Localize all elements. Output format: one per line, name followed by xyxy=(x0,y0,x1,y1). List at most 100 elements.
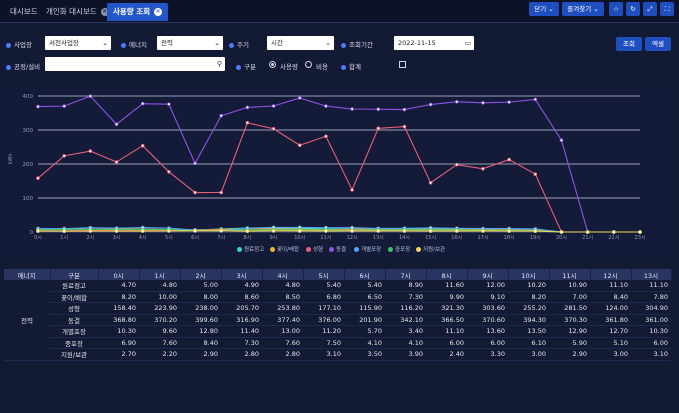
business-select[interactable]: 서천사업장 ⌄ xyxy=(45,36,111,50)
x-tick-label: 12시 xyxy=(347,235,358,241)
value-cell: 8.60 xyxy=(221,291,262,303)
value-cell: 3.00 xyxy=(590,348,631,361)
table-header-cell[interactable]: 4시 xyxy=(262,269,304,280)
table-row[interactable]: 중포장 6.90 7.60 8.40 7.30 7.60 7.50 4.10 4.10 6.00 6… xyxy=(4,337,671,349)
data-point xyxy=(167,102,171,106)
legend-item[interactable]: 원료정고 xyxy=(237,245,264,253)
value-cell: 5.40 xyxy=(344,280,385,292)
cost-radio[interactable] xyxy=(305,61,312,68)
legend-marker xyxy=(416,247,421,252)
data-point xyxy=(454,229,459,233)
value-cell: 3.90 xyxy=(385,348,426,361)
data-point xyxy=(507,229,511,233)
excel-button[interactable]: 엑셀 xyxy=(645,37,671,51)
table-header-cell[interactable]: 5시 xyxy=(303,269,345,280)
favorites-menu-button[interactable]: 즐겨찾기 ⌄ xyxy=(562,2,604,16)
close-menu-button[interactable]: 닫기 ⌄ xyxy=(529,2,559,16)
calendar-icon[interactable]: ▭ xyxy=(464,36,471,50)
table-header-cell[interactable]: 10시 xyxy=(508,269,550,280)
table-row[interactable]: 지원/보관 2.70 2.20 2.90 2.80 2.80 3.10 3.50 3.90 2.4… xyxy=(4,348,671,361)
table-header-cell[interactable]: 8시 xyxy=(426,269,468,280)
data-point xyxy=(193,229,197,233)
value-cell: 7.30 xyxy=(385,291,426,303)
value-cell: 2.20 xyxy=(139,348,180,361)
legend-marker xyxy=(270,247,275,252)
data-point xyxy=(297,143,302,148)
cost-option-label: 비용 xyxy=(316,63,328,71)
date-input[interactable]: 2022-11-15 ▭ xyxy=(394,36,474,50)
table-header-cell[interactable]: 2시 xyxy=(180,269,222,280)
chart-legend: 원료정고 꽃이/배합 성형 동결 개별포장 중포장 지원/보관 xyxy=(0,245,679,253)
table-header-cell[interactable]: 에너지 xyxy=(4,269,51,280)
value-cell: 10.30 xyxy=(98,325,139,338)
usage-option-label: 사용량 xyxy=(280,63,298,71)
value-cell: 342.10 xyxy=(385,314,426,326)
table-header-cell[interactable]: 11시 xyxy=(549,269,591,280)
star-icon[interactable]: ☆ xyxy=(609,2,623,16)
energy-value: 전력 xyxy=(161,39,173,47)
table-header-cell[interactable]: 7시 xyxy=(385,269,427,280)
value-cell: 8.20 xyxy=(98,291,139,303)
close-icon[interactable]: ✕ xyxy=(154,8,163,16)
date-label: 조회기간 xyxy=(341,39,373,49)
total-label: 합계 xyxy=(341,61,361,71)
table-row[interactable]: 성형 158.40 223.90 238.00 205.70 253.80 177.10 11… xyxy=(4,302,671,315)
refresh-icon[interactable]: ↻ xyxy=(626,2,640,16)
table-row[interactable]: 꽃이/배합 8.20 10.00 8.00 8.60 8.50 6.80 6.50 7.30 9.… xyxy=(4,291,671,303)
legend-item[interactable]: 개별포장 xyxy=(354,245,381,253)
business-label: 사업장 xyxy=(6,39,32,49)
tab-personal-dashboard[interactable]: 개인화 대시보드 ✕ xyxy=(40,3,115,21)
table-header-cell[interactable]: 1시 xyxy=(139,269,181,280)
value-cell: 5.00 xyxy=(180,280,221,292)
fullscreen-icon[interactable]: ⛶ xyxy=(660,2,674,16)
search-button-label: 조회 xyxy=(623,40,635,48)
value-cell: 361.00 xyxy=(631,314,671,326)
data-point xyxy=(219,190,224,195)
value-cell: 3.40 xyxy=(385,325,426,338)
table-row[interactable]: 전력 원료정고 4.70 4.80 5.00 4.90 4.80 5.40 5.40 8.90 11… xyxy=(4,280,671,361)
search-icon[interactable]: ⚲ xyxy=(217,57,222,71)
data-point xyxy=(428,229,433,233)
table-header-cell[interactable]: 13시 xyxy=(631,269,672,280)
legend-item[interactable]: 꽃이/배합 xyxy=(270,245,299,253)
total-checkbox[interactable] xyxy=(399,61,406,68)
energy-select[interactable]: 전력 ⌄ xyxy=(157,36,223,50)
table-header-cell[interactable]: 6시 xyxy=(344,269,386,280)
table-header-cell[interactable]: 0시 xyxy=(98,269,140,280)
period-select[interactable]: 시간 ⌄ xyxy=(267,36,334,50)
data-point xyxy=(245,229,250,233)
x-tick-label: 2시 xyxy=(86,235,94,241)
table-header-cell[interactable]: 9시 xyxy=(467,269,509,280)
value-cell: 3.50 xyxy=(344,348,385,361)
table-row[interactable]: 개별포장 10.30 9.60 12.80 11.40 13.00 11.20 5.70 3.4… xyxy=(4,325,671,338)
expand-icon[interactable]: ⤢ xyxy=(643,2,657,16)
data-point xyxy=(481,229,485,233)
data-point xyxy=(62,104,66,108)
legend-item[interactable]: 동결 xyxy=(329,245,346,253)
table-header-cell[interactable]: 구분 xyxy=(50,269,99,280)
data-point xyxy=(167,169,171,174)
process-search-input[interactable]: ⚲ xyxy=(45,57,225,71)
usage-radio[interactable] xyxy=(269,61,276,68)
y-tick-label: 400 xyxy=(23,94,34,100)
table-header-cell[interactable]: 12시 xyxy=(590,269,632,280)
search-button[interactable]: 조회 xyxy=(616,37,642,51)
legend-item[interactable]: 성형 xyxy=(306,245,323,253)
legend-item[interactable]: 중포장 xyxy=(388,245,410,253)
tab-label: 개인화 대시보드 xyxy=(46,7,97,16)
value-cell: 6.00 xyxy=(467,337,508,349)
data-point xyxy=(350,188,354,192)
table-header-cell[interactable]: 3시 xyxy=(221,269,263,280)
value-cell: 8.50 xyxy=(262,291,303,303)
data-point xyxy=(88,149,93,153)
tab-usage-query[interactable]: 사용량 조회 ✕ xyxy=(107,3,169,21)
bullet-icon xyxy=(229,42,234,48)
excel-button-label: 엑셀 xyxy=(652,40,664,48)
data-point xyxy=(454,162,459,167)
table-row[interactable]: 동결 368.80 370.20 399.60 316.90 377.40 376.00 20… xyxy=(4,314,671,326)
y-tick-label: 200 xyxy=(23,162,34,168)
tab-label: 사용량 조회 xyxy=(113,7,151,16)
tab-dashboard[interactable]: 대시보드 xyxy=(4,3,44,21)
data-point xyxy=(219,228,224,233)
legend-item[interactable]: 지원/보관 xyxy=(416,245,445,253)
